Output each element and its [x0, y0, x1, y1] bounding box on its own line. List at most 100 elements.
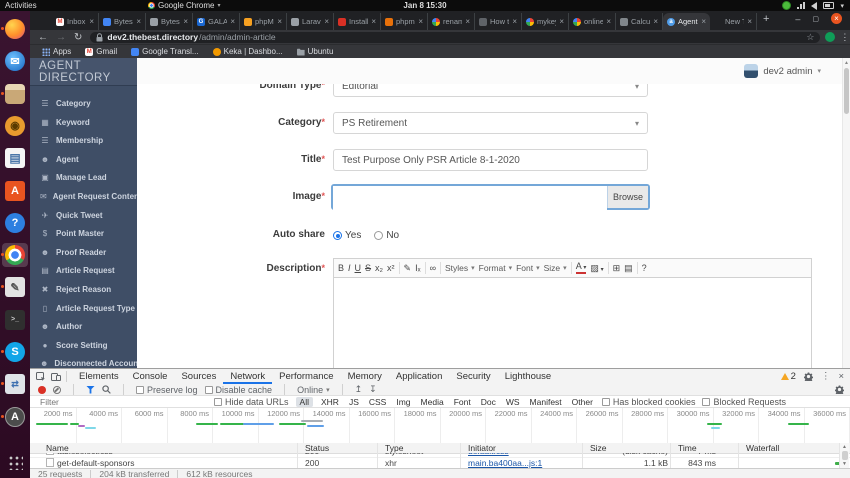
- column-separator[interactable]: [460, 443, 461, 468]
- browser-tab-renam[interactable]: renam ×: [428, 13, 475, 30]
- back-button[interactable]: ←: [38, 32, 48, 43]
- column-header-status[interactable]: Status: [305, 443, 329, 453]
- blocked-requests-checkbox[interactable]: Blocked Requests: [702, 397, 786, 407]
- sidebar-item-manage-lead[interactable]: ▣ Manage Lead: [30, 169, 137, 186]
- bookmark-keka-dashbo-[interactable]: Keka | Dashbo...: [212, 47, 283, 56]
- devtools-tab-elements[interactable]: Elements: [72, 369, 126, 384]
- browser-tab-agent[interactable]: a Agent ×: [663, 13, 710, 30]
- request-type-filter-js[interactable]: JS: [347, 397, 361, 407]
- editor-size-dropdown[interactable]: Size ▾: [544, 263, 567, 273]
- bookmark-ubuntu[interactable]: Ubuntu: [296, 47, 333, 56]
- editor-subscript-icon[interactable]: x₂: [375, 263, 383, 273]
- column-header-time[interactable]: Time: [678, 443, 697, 453]
- browser-tab-phpm[interactable]: phpm ×: [381, 13, 428, 30]
- address-bar[interactable]: dev2.thebest.directory /admin/admin-arti…: [90, 31, 821, 43]
- show-applications-button[interactable]: [7, 454, 23, 470]
- request-type-filter-media[interactable]: Media: [419, 397, 446, 407]
- devtools-tab-security[interactable]: Security: [449, 369, 497, 384]
- editor-italic-icon[interactable]: I: [348, 263, 351, 273]
- profile-avatar[interactable]: [825, 32, 836, 42]
- dock-item-skype[interactable]: S: [1, 341, 26, 363]
- devtools-tab-console[interactable]: Console: [126, 369, 175, 384]
- table-scrollbar[interactable]: ▲ ▼: [839, 443, 849, 468]
- dock-item-chrome[interactable]: [1, 243, 28, 268]
- devtools-settings-icon[interactable]: [803, 372, 813, 381]
- tab-close-icon[interactable]: ×: [653, 17, 658, 26]
- editor-remove-format-icon[interactable]: Iₓ: [415, 263, 420, 273]
- record-network-log-icon[interactable]: [38, 385, 46, 394]
- request-type-filter-xhr[interactable]: XHR: [319, 397, 341, 407]
- editor-bg-color-icon[interactable]: ▨ ▾: [590, 263, 603, 274]
- scroll-down-icon[interactable]: ▼: [840, 461, 849, 467]
- scroll-up-icon[interactable]: ▲: [843, 60, 850, 66]
- request-type-filter-img[interactable]: Img: [394, 397, 412, 407]
- editor-text-color-icon[interactable]: A ▾: [575, 262, 587, 274]
- bookmark-apps[interactable]: Apps: [42, 47, 71, 56]
- network-filter-input[interactable]: [38, 396, 207, 407]
- radio-icon[interactable]: [374, 231, 384, 240]
- browser-tab-install[interactable]: Install ×: [334, 13, 381, 30]
- domain-type-select[interactable]: Editorial ▾: [333, 84, 648, 97]
- request-type-filter-manifest[interactable]: Manifest: [528, 397, 564, 407]
- sidebar-item-proof-reader[interactable]: ☻ Proof Reader: [30, 244, 137, 261]
- dock-item-a-launcher[interactable]: A: [1, 406, 26, 428]
- browser-tab-new-tab[interactable]: New Tab×: [710, 13, 757, 30]
- request-type-filter-doc[interactable]: Doc: [479, 397, 498, 407]
- bookmark-star-icon[interactable]: ☆: [806, 32, 814, 43]
- dock-item-remote-desktop[interactable]: ⇄: [1, 373, 26, 395]
- sidebar-item-reject-reason[interactable]: ✖ Reject Reason: [30, 281, 137, 298]
- devtools-tab-lighthouse[interactable]: Lighthouse: [498, 369, 558, 384]
- sidebar-item-keyword[interactable]: ▦ Keyword: [30, 114, 137, 131]
- filter-icon[interactable]: [86, 385, 95, 394]
- auto-share-option-no[interactable]: No: [374, 230, 399, 241]
- inspect-element-icon[interactable]: [36, 371, 46, 382]
- device-toolbar-icon[interactable]: [51, 372, 61, 382]
- console-warnings-badge[interactable]: 2: [780, 371, 796, 382]
- request-type-filter-other[interactable]: Other: [570, 397, 595, 407]
- tab-close-icon[interactable]: ×: [512, 17, 517, 26]
- tab-close-icon[interactable]: ×: [701, 17, 706, 26]
- devtools-tab-network[interactable]: Network: [223, 369, 273, 384]
- editor-font-dropdown[interactable]: Font ▾: [516, 263, 540, 273]
- column-separator[interactable]: [377, 443, 378, 468]
- auto-share-option-yes[interactable]: Yes: [333, 230, 361, 241]
- network-request-row[interactable]: get-default-sponsors 200 xhr main.ba400aa..…: [30, 458, 850, 468]
- network-overview-timeline[interactable]: 2000 ms 4000 ms 6000 ms 8000 ms 10000 ms 1200…: [30, 408, 850, 444]
- image-input[interactable]: [333, 186, 607, 210]
- network-settings-icon[interactable]: [835, 385, 844, 394]
- maximize-button[interactable]: ▢: [812, 15, 819, 23]
- sidebar-item-membership[interactable]: ☰ Membership: [30, 132, 137, 149]
- column-header-name[interactable]: Name: [46, 443, 69, 453]
- dock-item-rhythmbox[interactable]: ◉: [4, 115, 26, 137]
- app-menu[interactable]: Google Chrome ▾: [148, 1, 221, 10]
- tab-close-icon[interactable]: ×: [183, 17, 188, 26]
- has-blocked-cookies-checkbox[interactable]: Has blocked cookies: [601, 397, 695, 407]
- tab-close-icon[interactable]: ×: [230, 17, 235, 26]
- tab-close-icon[interactable]: ×: [324, 17, 329, 26]
- title-input[interactable]: [333, 149, 648, 171]
- export-har-icon[interactable]: ↧: [369, 384, 377, 395]
- scrollbar-thumb[interactable]: [844, 68, 849, 114]
- dock-item-firefox[interactable]: [1, 18, 26, 40]
- activities-button[interactable]: Activities: [5, 1, 37, 10]
- tab-close-icon[interactable]: ×: [89, 17, 94, 26]
- browser-tab-inbox[interactable]: M Inbox ×: [52, 13, 99, 30]
- browser-tab-larav[interactable]: Larav ×: [287, 13, 334, 30]
- tab-close-icon[interactable]: ×: [371, 17, 376, 26]
- column-header-waterfall[interactable]: Waterfall: [746, 443, 779, 453]
- sidebar-item-point-master[interactable]: $ Point Master: [30, 225, 137, 242]
- forward-button[interactable]: →: [56, 32, 66, 43]
- category-select[interactable]: PS Retirement ▾: [333, 112, 648, 134]
- bookmark-google-transl-[interactable]: Google Transl...: [131, 47, 199, 56]
- request-type-filter-ws[interactable]: WS: [504, 397, 522, 407]
- system-tray[interactable]: ▾: [782, 1, 844, 10]
- editor-underline-icon[interactable]: U: [355, 263, 362, 273]
- browser-tab-phpm[interactable]: phpM ×: [240, 13, 287, 30]
- dock-item-files[interactable]: [1, 83, 26, 105]
- sidebar-item-author[interactable]: ☻ Author: [30, 318, 137, 335]
- editor-strikethrough-icon[interactable]: S: [365, 263, 371, 273]
- dock-item-terminal[interactable]: >_: [4, 309, 26, 331]
- search-icon[interactable]: [102, 385, 111, 394]
- devtools-tab-sources[interactable]: Sources: [174, 369, 223, 384]
- editor-link-icon[interactable]: ∞: [430, 263, 436, 273]
